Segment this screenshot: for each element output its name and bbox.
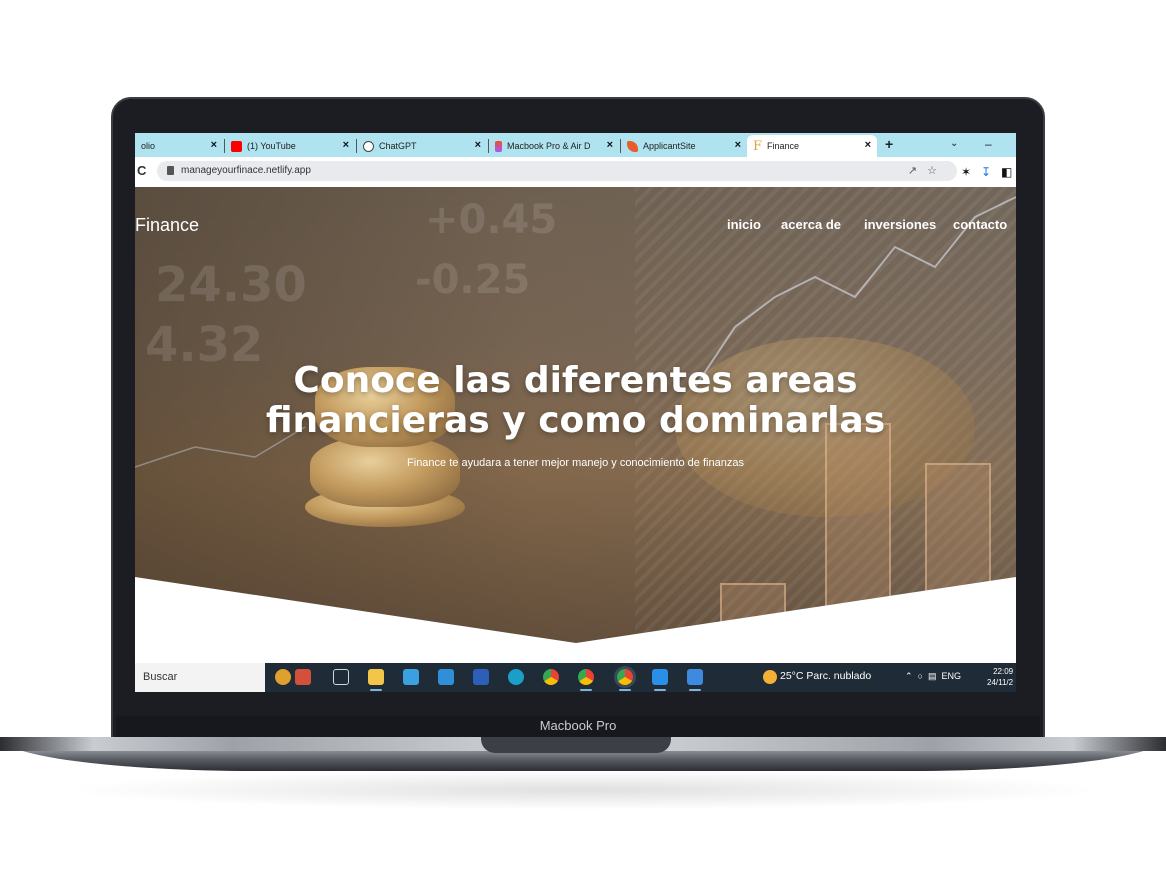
youtube-icon <box>231 140 242 152</box>
nav-contacto[interactable]: contacto <box>953 217 1007 232</box>
close-icon[interactable]: × <box>865 139 871 151</box>
laptop-chin: Macbook Pro <box>116 716 1040 738</box>
applicantsite-icon <box>627 140 638 152</box>
nav-acerca-de[interactable]: acerca de <box>781 217 841 232</box>
address-bar: C manageyourfinace.netlify.app ↗☆ ✶ ↧ ◧ <box>135 157 1016 185</box>
clock-date: 24/11/2 <box>987 678 1014 687</box>
task-view-icon[interactable] <box>333 669 349 685</box>
tab-title: ChatGPT <box>379 141 417 151</box>
finance-icon: F <box>753 138 763 154</box>
device-label: Macbook Pro <box>539 718 617 733</box>
store-icon[interactable] <box>403 669 419 685</box>
gift-icon[interactable] <box>295 669 311 685</box>
close-icon[interactable]: × <box>735 139 741 151</box>
laptop-shadow <box>60 770 1106 810</box>
close-icon[interactable]: × <box>607 139 613 151</box>
system-tray[interactable]: ⌃ ○ ▤ ENG <box>905 671 961 682</box>
weather-icon <box>763 670 777 684</box>
vscode-icon[interactable] <box>652 669 668 691</box>
tab-applicantsite[interactable]: ApplicantSite × <box>621 135 747 157</box>
reload-icon[interactable]: C <box>137 163 146 178</box>
tab-title: olio <box>141 141 156 151</box>
file-explorer-icon[interactable] <box>368 669 384 691</box>
photos-icon[interactable] <box>687 669 703 691</box>
hero-headline: Conoce las diferentes areas financieras … <box>135 361 1016 441</box>
hero-subtitle: Finance te ayudara a tener mejor manejo … <box>407 457 744 469</box>
star-icon[interactable]: ☆ <box>927 165 947 177</box>
tab-title: Macbook Pro & Air D <box>507 141 591 151</box>
chrome-icon[interactable] <box>578 669 594 691</box>
brand-logo[interactable]: Finance <box>135 215 199 236</box>
close-icon[interactable]: × <box>475 139 481 151</box>
word-icon[interactable] <box>473 669 489 685</box>
stage: Macbook Pro olio × (1) YouTube × ChatGPT… <box>0 0 1166 872</box>
taskbar-search[interactable]: Buscar <box>135 663 265 692</box>
taskbar: Buscar 25°C Parc. nublado ⌃ ○ ▤ ENG 22:0… <box>135 663 1016 692</box>
minimize-icon[interactable]: – <box>985 137 992 151</box>
chrome-icon[interactable] <box>543 669 559 685</box>
tab-title: ApplicantSite <box>643 141 696 151</box>
laptop-notch <box>481 737 671 753</box>
clock-time: 22:09 <box>993 667 1014 676</box>
screen: olio × (1) YouTube × ChatGPT × Macbook P… <box>135 133 1016 692</box>
nav-inicio[interactable]: inicio <box>727 217 761 232</box>
url-text: manageyourfinace.netlify.app <box>181 165 311 176</box>
tab-finance[interactable]: F Finance × <box>747 135 877 157</box>
tab-title: (1) YouTube <box>247 141 296 151</box>
hero: 24.30 -0.25 +0.45 4.32 Finance inicio ac… <box>135 187 1016 663</box>
lang-indicator[interactable]: ENG <box>941 671 961 681</box>
chatgpt-icon <box>363 140 374 152</box>
close-icon[interactable]: × <box>343 139 349 151</box>
share-icon[interactable]: ↗ <box>908 165 927 177</box>
mail-icon[interactable] <box>438 669 454 685</box>
clock[interactable]: 22:09 24/11/2 <box>987 666 1013 688</box>
lock-icon <box>167 166 174 175</box>
tab-chatgpt[interactable]: ChatGPT × <box>357 135 489 157</box>
extensions-icon[interactable]: ✶ <box>961 165 971 179</box>
chevron-down-icon[interactable]: ⌄ <box>950 138 958 149</box>
sidepanel-icon[interactable]: ◧ <box>1001 165 1012 179</box>
nav-inversiones[interactable]: inversiones <box>864 217 936 232</box>
omnibox-icons: ↗☆ <box>908 164 947 177</box>
headline-line-2: financieras y como dominarlas <box>265 400 886 441</box>
search-label: Buscar <box>143 671 178 683</box>
weather-text[interactable]: 25°C Parc. nublado <box>780 670 871 682</box>
url-field[interactable]: manageyourfinace.netlify.app ↗☆ <box>157 161 957 181</box>
new-tab-button[interactable]: + <box>885 136 893 152</box>
figma-icon <box>495 140 502 152</box>
edge-icon[interactable] <box>508 669 524 685</box>
tab-portfolio[interactable]: olio × <box>135 135 225 157</box>
tab-youtube[interactable]: (1) YouTube × <box>225 135 357 157</box>
headline-line-1: Conoce las diferentes areas <box>293 360 858 401</box>
clock-app-icon[interactable] <box>275 669 291 685</box>
download-icon[interactable]: ↧ <box>981 165 991 179</box>
chrome-active-icon[interactable] <box>617 669 633 691</box>
close-icon[interactable]: × <box>211 139 217 151</box>
tab-title: Finance <box>767 141 800 151</box>
tab-bar: olio × (1) YouTube × ChatGPT × Macbook P… <box>135 133 1016 157</box>
tab-macbook[interactable]: Macbook Pro & Air D × <box>489 135 621 157</box>
